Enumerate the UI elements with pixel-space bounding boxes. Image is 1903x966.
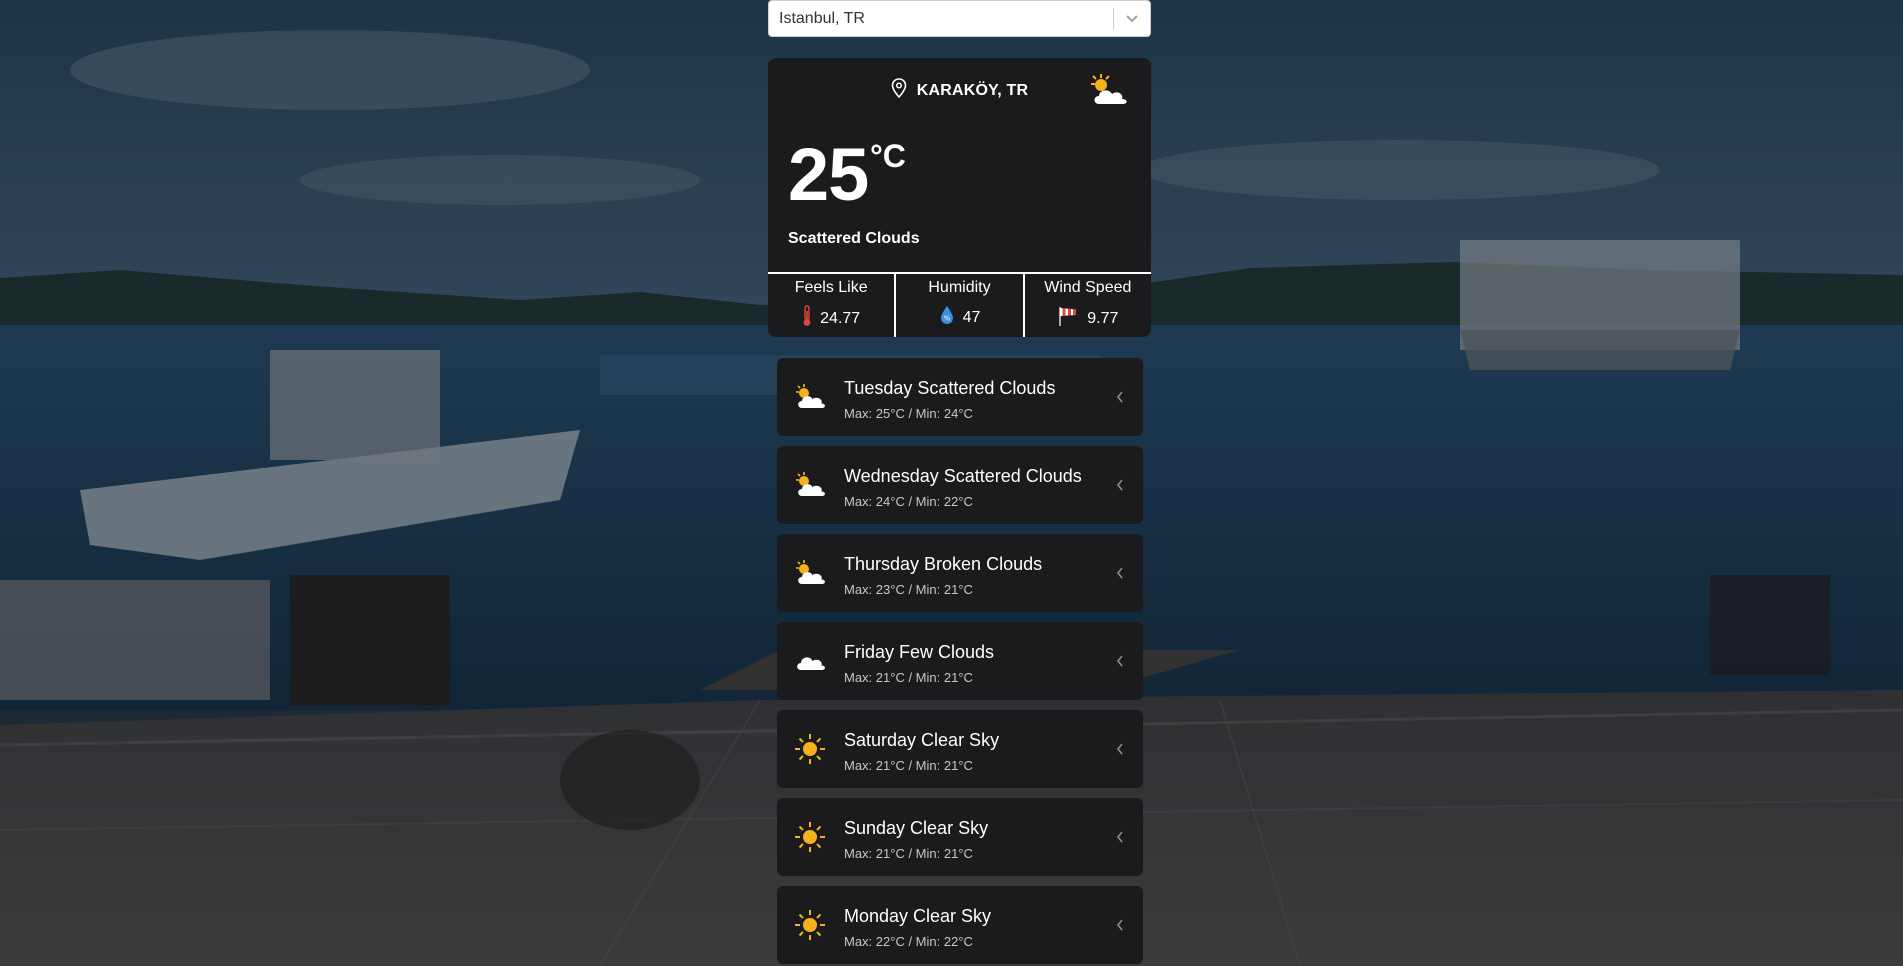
current-temperature: 25 (788, 133, 869, 216)
stat-feels-like: Feels Like 24.77 (768, 274, 894, 337)
chevron-down-icon[interactable] (1114, 0, 1150, 37)
partly-cloudy-icon (1087, 72, 1131, 108)
forecast-title: Thursday Broken Clouds (844, 554, 1043, 574)
forecast-minmax: Max: 24°C / Min: 22°C (844, 494, 973, 509)
forecast-minmax: Max: 21°C / Min: 21°C (844, 670, 973, 685)
forecast-minmax: Max: 23°C / Min: 21°C (844, 582, 973, 597)
windsock-icon (1057, 305, 1079, 332)
sun-icon (793, 908, 827, 942)
forecast-title: Tuesday Scattered Clouds (844, 378, 1056, 398)
forecast-item[interactable]: Thursday Broken Clouds Max: 23°C / Min: … (777, 534, 1143, 612)
partly-cloudy-icon (793, 380, 827, 414)
forecast-minmax: Max: 21°C / Min: 21°C (844, 758, 973, 773)
forecast-title: Monday Clear Sky (844, 906, 992, 926)
chevron-left-icon[interactable] (1115, 830, 1125, 844)
city-select[interactable]: Istanbul, TR (768, 0, 1151, 37)
forecast-title: Friday Few Clouds (844, 642, 995, 662)
sun-icon (793, 732, 827, 766)
humidity-icon: % (939, 305, 955, 330)
current-description: Scattered Clouds (788, 230, 920, 247)
forecast-item[interactable]: Saturday Clear Sky Max: 21°C / Min: 21°C (777, 710, 1143, 788)
chevron-left-icon[interactable] (1115, 654, 1125, 668)
stats-row: Feels Like 24.77 Humidity % 47 Wind Spee… (768, 272, 1151, 337)
forecast-title: Wednesday Scattered Clouds (844, 466, 1082, 486)
forecast-item[interactable]: Wednesday Scattered Clouds Max: 24°C / M… (777, 446, 1143, 524)
forecast-item[interactable]: Sunday Clear Sky Max: 21°C / Min: 21°C (777, 798, 1143, 876)
temperature-unit: °C (870, 138, 906, 174)
stat-value: 47 (962, 308, 981, 326)
chevron-left-icon[interactable] (1115, 742, 1125, 756)
forecast-title: Saturday Clear Sky (844, 730, 1000, 750)
stat-wind-speed: Wind Speed 9.77 (1022, 274, 1151, 337)
thermometer-icon (802, 305, 812, 332)
city-select-value: Istanbul, TR (779, 9, 865, 27)
forecast-minmax: Max: 22°C / Min: 22°C (844, 934, 973, 949)
forecast-minmax: Max: 25°C / Min: 24°C (844, 406, 973, 421)
stat-value: 24.77 (820, 309, 861, 327)
cloud-icon (793, 644, 827, 678)
chevron-left-icon[interactable] (1115, 918, 1125, 932)
forecast-item[interactable]: Tuesday Scattered Clouds Max: 25°C / Min… (777, 358, 1143, 436)
sun-icon (793, 820, 827, 854)
stat-label: Humidity (928, 279, 991, 296)
forecast-minmax: Max: 21°C / Min: 21°C (844, 846, 973, 861)
location-pin-icon (891, 78, 907, 103)
location-name: KARAKÖY, TR (916, 81, 1029, 99)
partly-cloudy-icon (793, 556, 827, 590)
partly-cloudy-icon (793, 468, 827, 502)
svg-text:%: % (943, 315, 950, 323)
chevron-left-icon[interactable] (1115, 478, 1125, 492)
stat-humidity: Humidity % 47 (894, 274, 1022, 337)
forecast-title: Sunday Clear Sky (844, 818, 989, 838)
chevron-left-icon[interactable] (1115, 390, 1125, 404)
current-weather-card: KARAKÖY, TR 25 °C Scattered Clouds Feels… (768, 58, 1151, 337)
forecast-item[interactable]: Friday Few Clouds Max: 21°C / Min: 21°C (777, 622, 1143, 700)
forecast-item[interactable]: Monday Clear Sky Max: 22°C / Min: 22°C (777, 886, 1143, 964)
stat-label: Feels Like (794, 279, 868, 296)
stat-value: 9.77 (1087, 309, 1119, 327)
stat-label: Wind Speed (1044, 279, 1132, 296)
chevron-left-icon[interactable] (1115, 566, 1125, 580)
